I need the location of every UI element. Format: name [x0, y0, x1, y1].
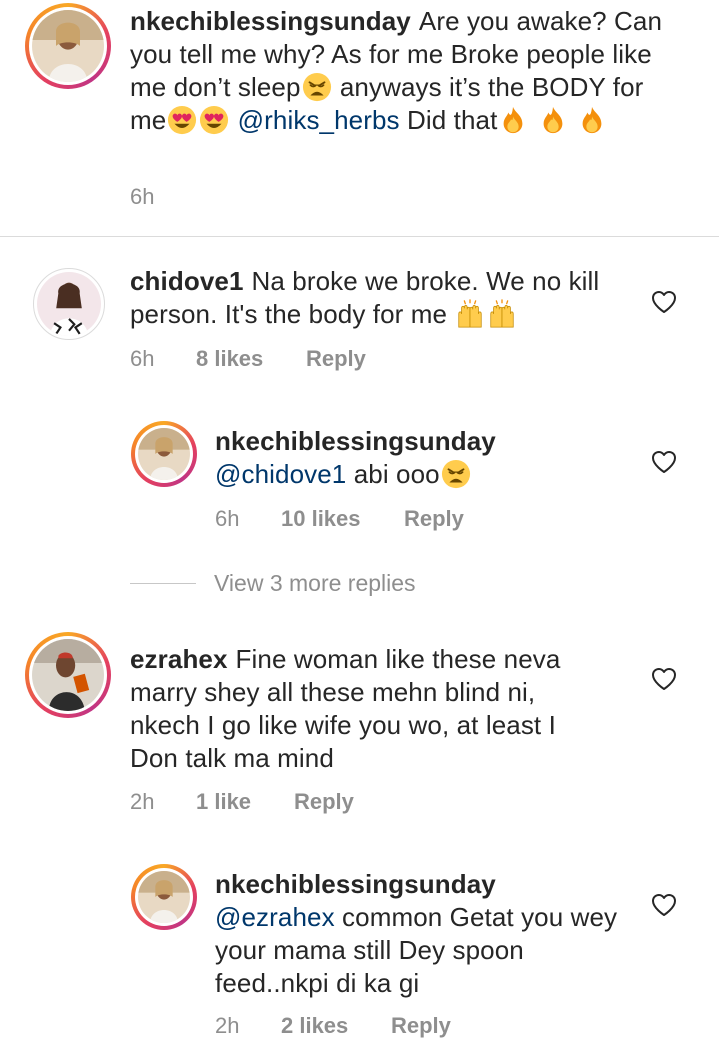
comment-likes[interactable]: 8 likes — [196, 346, 306, 372]
caption-meta: 6h — [130, 184, 154, 210]
comment-time[interactable]: 2h — [130, 789, 196, 815]
caption-divider — [0, 236, 719, 237]
view-more-label[interactable]: View 3 more replies — [214, 570, 416, 597]
reply-text: nkechiblessingsunday @ezrahex common Geta… — [215, 868, 625, 1000]
reply-mention[interactable]: @chidove1 — [215, 459, 346, 489]
comment-likes[interactable]: 1 like — [196, 789, 294, 815]
heart-eyes-emoji — [167, 105, 197, 135]
reply-button[interactable]: Reply — [391, 1013, 451, 1039]
reply-meta: 2h 2 likes Reply — [215, 1013, 451, 1039]
avatar-image — [32, 10, 104, 82]
reply-likes[interactable]: 10 likes — [281, 506, 404, 532]
view-more-line — [130, 583, 196, 584]
heart-outline-icon[interactable] — [651, 290, 677, 314]
caption-text: nkechiblessingsunday Are you awake? Can y… — [130, 5, 670, 137]
reply-avatar[interactable] — [131, 421, 197, 487]
reply-username[interactable]: nkechiblessingsunday — [215, 869, 496, 899]
reply-time[interactable]: 6h — [215, 506, 281, 532]
caption-time[interactable]: 6h — [130, 184, 154, 210]
caption-mention[interactable]: @rhiks_herbs — [238, 105, 400, 135]
comment-avatar[interactable] — [25, 632, 111, 718]
reply-text: nkechiblessingsunday @chidove1 abi ooo — [215, 425, 635, 491]
heart-outline-icon[interactable] — [651, 893, 677, 917]
reply-body: abi ooo — [353, 459, 440, 489]
heart-eyes-emoji — [199, 105, 229, 135]
raising-hands-emoji — [487, 299, 517, 329]
reply-username[interactable]: nkechiblessingsunday — [215, 426, 496, 456]
avatar-image — [32, 639, 104, 711]
fire-emoji — [577, 105, 607, 135]
fire-emoji — [498, 105, 528, 135]
comment-avatar[interactable] — [33, 268, 105, 340]
avatar-image — [138, 428, 190, 480]
comment-text: chidove1 Na broke we broke. We no kill pe… — [130, 265, 630, 331]
weary-face-emoji — [441, 459, 471, 489]
raising-hands-emoji — [455, 299, 485, 329]
comment-username[interactable]: chidove1 — [130, 266, 244, 296]
reply-avatar[interactable] — [131, 864, 197, 930]
comment-text: ezrahex Fine woman like these neva marry … — [130, 643, 610, 775]
weary-face-emoji — [302, 72, 332, 102]
comment-time[interactable]: 6h — [130, 346, 196, 372]
reply-time[interactable]: 2h — [215, 1013, 281, 1039]
reply-button[interactable]: Reply — [306, 346, 366, 372]
reply-button[interactable]: Reply — [404, 506, 464, 532]
comment-username[interactable]: ezrahex — [130, 644, 228, 674]
reply-button[interactable]: Reply — [294, 789, 354, 815]
reply-mention[interactable]: @ezrahex — [215, 902, 335, 932]
fire-emoji — [538, 105, 568, 135]
reply-meta: 6h 10 likes Reply — [215, 506, 464, 532]
caption-avatar[interactable] — [25, 3, 111, 89]
comment-meta: 2h 1 like Reply — [130, 789, 354, 815]
view-more-replies[interactable]: View 3 more replies — [130, 570, 416, 597]
avatar-image — [37, 272, 101, 336]
heart-outline-icon[interactable] — [651, 667, 677, 691]
caption-username[interactable]: nkechiblessingsunday — [130, 6, 411, 36]
avatar-image — [138, 871, 190, 923]
comment-meta: 6h 8 likes Reply — [130, 346, 366, 372]
reply-likes[interactable]: 2 likes — [281, 1013, 391, 1039]
caption-text-part-3: Did that — [406, 105, 498, 135]
heart-outline-icon[interactable] — [651, 450, 677, 474]
